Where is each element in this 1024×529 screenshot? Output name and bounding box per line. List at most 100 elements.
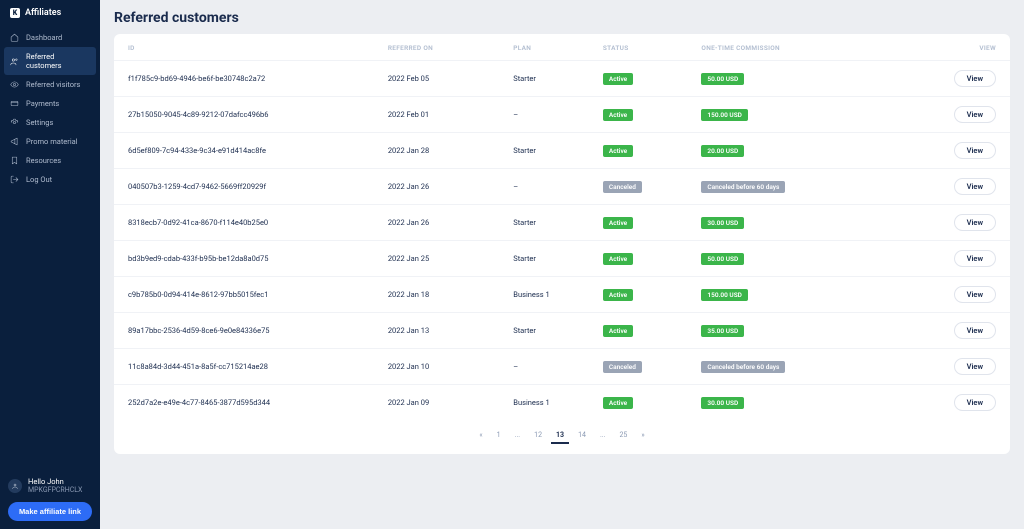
page-link[interactable]: 25 <box>614 428 632 444</box>
cell-plan: – <box>499 169 589 205</box>
sidebar-item-label: Dashboard <box>26 33 62 42</box>
commission-badge: 50.00 USD <box>701 253 744 265</box>
view-button[interactable]: View <box>954 322 996 339</box>
cell-view: View <box>885 97 1010 133</box>
cell-plan: Business 1 <box>499 277 589 313</box>
table-row: bd3b9ed9-cdab-433f-b95b-be12da8a0d752022… <box>114 241 1010 277</box>
cell-referred: 2022 Jan 25 <box>374 241 499 277</box>
status-badge: Active <box>603 397 633 409</box>
cell-status: Active <box>589 313 688 349</box>
cell-referred: 2022 Jan 18 <box>374 277 499 313</box>
col-header-commission: ONE-TIME COMMISSION <box>687 34 884 61</box>
cell-status: Canceled <box>589 169 688 205</box>
cell-id: f1f785c9-bd69-4946-be6f-be30748c2a72 <box>114 61 374 97</box>
col-header-status: STATUS <box>589 34 688 61</box>
cell-referred: 2022 Jan 09 <box>374 385 499 421</box>
commission-badge: 50.00 USD <box>701 73 744 85</box>
view-button[interactable]: View <box>954 106 996 123</box>
view-button[interactable]: View <box>954 214 996 231</box>
cell-status: Canceled <box>589 349 688 385</box>
cell-commission: 30.00 USD <box>687 205 884 241</box>
page-link[interactable]: « <box>474 428 487 444</box>
status-badge: Active <box>603 73 633 85</box>
cell-id: 040507b3-1259-4cd7-9462-5669ff20929f <box>114 169 374 205</box>
page-link[interactable]: 1 <box>492 428 506 444</box>
view-button[interactable]: View <box>954 358 996 375</box>
cell-commission: 50.00 USD <box>687 61 884 97</box>
sidebar-item-settings[interactable]: Settings <box>0 113 100 132</box>
table-row: 040507b3-1259-4cd7-9462-5669ff20929f2022… <box>114 169 1010 205</box>
cell-plan: Starter <box>499 313 589 349</box>
main-content: Referred customers ID REFERRED ON PLAN S… <box>100 0 1024 529</box>
cell-view: View <box>885 205 1010 241</box>
commission-badge: 30.00 USD <box>701 397 744 409</box>
sidebar-nav: Dashboard Referred customers Referred vi… <box>0 28 100 189</box>
status-badge: Active <box>603 217 633 229</box>
cell-commission: Canceled before 60 days <box>687 349 884 385</box>
cell-status: Active <box>589 133 688 169</box>
page-ellipsis: ... <box>595 428 611 444</box>
sidebar-item-label: Promo material <box>26 137 78 146</box>
view-button[interactable]: View <box>954 394 996 411</box>
commission-badge: Canceled before 60 days <box>701 181 785 193</box>
page-link[interactable]: 14 <box>573 428 591 444</box>
commission-badge: Canceled before 60 days <box>701 361 785 373</box>
cell-id: 27b15050-9045-4c89-9212-07dafcc496b6 <box>114 97 374 133</box>
sidebar-item-payments[interactable]: Payments <box>0 94 100 113</box>
cell-view: View <box>885 385 1010 421</box>
page-link[interactable]: 12 <box>529 428 547 444</box>
cell-view: View <box>885 169 1010 205</box>
table-row: 89a17bbc-2536-4d59-8ce6-9e0e84336e752022… <box>114 313 1010 349</box>
cell-plan: Starter <box>499 241 589 277</box>
sidebar-item-logout[interactable]: Log Out <box>0 170 100 189</box>
megaphone-icon <box>10 137 19 146</box>
cell-commission: 150.00 USD <box>687 277 884 313</box>
status-badge: Canceled <box>603 361 642 373</box>
user-block[interactable]: Hello John MPKGFPCRHCLX <box>8 477 92 494</box>
sidebar-footer: Hello John MPKGFPCRHCLX Make affiliate l… <box>0 469 100 529</box>
cell-id: 11c8a84d-3d44-451a-8a5f-cc715214ae28 <box>114 349 374 385</box>
logout-icon <box>10 175 19 184</box>
user-name: Hello John <box>28 477 82 486</box>
cell-id: 8318ecb7-0d92-41ca-8670-f114e40b25e0 <box>114 205 374 241</box>
customers-card: ID REFERRED ON PLAN STATUS ONE-TIME COMM… <box>114 34 1010 454</box>
sidebar: K Affiliates Dashboard Referred customer… <box>0 0 100 529</box>
cell-referred: 2022 Jan 28 <box>374 133 499 169</box>
sidebar-item-referred-customers[interactable]: Referred customers <box>4 47 96 75</box>
cell-status: Active <box>589 277 688 313</box>
page-link[interactable]: » <box>636 428 649 444</box>
page-title: Referred customers <box>114 10 1010 26</box>
page-ellipsis: ... <box>510 428 526 444</box>
status-badge: Active <box>603 289 633 301</box>
commission-badge: 30.00 USD <box>701 217 744 229</box>
cell-view: View <box>885 133 1010 169</box>
view-button[interactable]: View <box>954 178 996 195</box>
avatar <box>8 479 22 493</box>
sidebar-item-label: Settings <box>26 118 53 127</box>
cell-referred: 2022 Jan 26 <box>374 205 499 241</box>
brand-name: Affiliates <box>25 8 61 18</box>
col-header-referred: REFERRED ON <box>374 34 499 61</box>
make-affiliate-link-button[interactable]: Make affiliate link <box>8 502 92 521</box>
table-row: 11c8a84d-3d44-451a-8a5f-cc715214ae282022… <box>114 349 1010 385</box>
sidebar-item-resources[interactable]: Resources <box>0 151 100 170</box>
view-button[interactable]: View <box>954 70 996 87</box>
sidebar-item-promo-material[interactable]: Promo material <box>0 132 100 151</box>
sidebar-item-referred-visitors[interactable]: Referred visitors <box>0 75 100 94</box>
view-button[interactable]: View <box>954 142 996 159</box>
cell-id: bd3b9ed9-cdab-433f-b95b-be12da8a0d75 <box>114 241 374 277</box>
sidebar-item-dashboard[interactable]: Dashboard <box>0 28 100 47</box>
table-row: f1f785c9-bd69-4946-be6f-be30748c2a722022… <box>114 61 1010 97</box>
cell-plan: Business 1 <box>499 385 589 421</box>
page-link[interactable]: 13 <box>551 428 569 444</box>
cell-commission: 50.00 USD <box>687 241 884 277</box>
cell-status: Active <box>589 205 688 241</box>
cell-status: Active <box>589 385 688 421</box>
cell-referred: 2022 Jan 26 <box>374 169 499 205</box>
cell-referred: 2022 Jan 10 <box>374 349 499 385</box>
view-button[interactable]: View <box>954 286 996 303</box>
cell-status: Active <box>589 61 688 97</box>
credit-card-icon <box>10 99 19 108</box>
pagination: «1...121314...25» <box>114 428 1010 444</box>
view-button[interactable]: View <box>954 250 996 267</box>
